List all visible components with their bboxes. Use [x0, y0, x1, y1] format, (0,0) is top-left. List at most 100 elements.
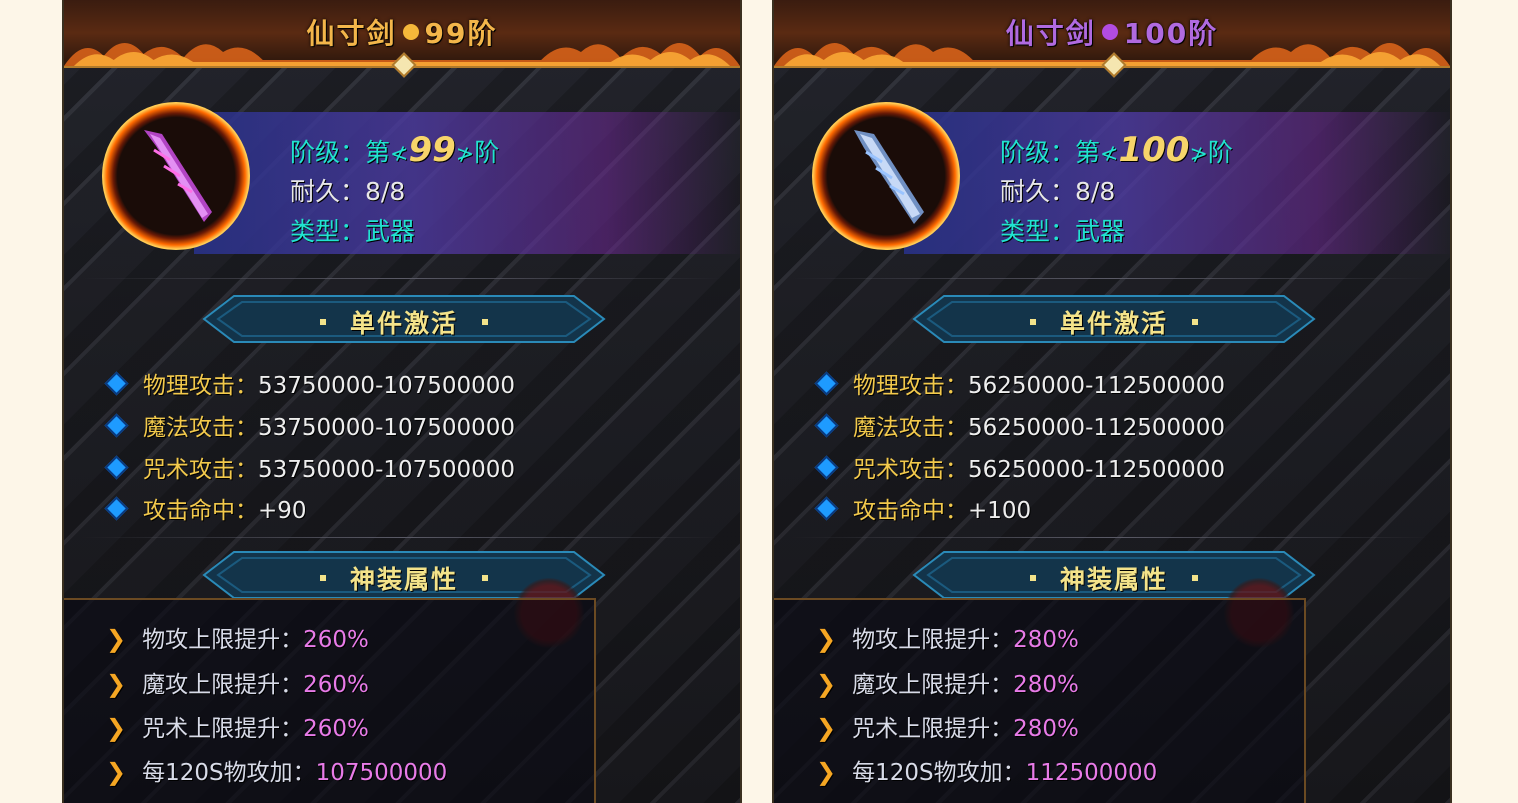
stat-label: 攻击命中：: [853, 498, 968, 524]
stat-row: 咒术攻击：56250000-112500000: [814, 450, 1226, 484]
stat-label: 咒术攻击：: [853, 457, 968, 483]
stat-row: 魔法攻击：53750000-107500000: [104, 408, 516, 442]
tier-value: 99: [408, 130, 456, 170]
stat-row: 攻击命中：+90: [104, 491, 307, 525]
stat-row: 魔法攻击：56250000-112500000: [814, 408, 1226, 442]
bonus-value: 260%: [303, 716, 369, 742]
blue-diamond-icon: [814, 455, 839, 480]
type-label: 类型：: [1000, 217, 1076, 246]
bonus-row: ❯ 每120S物攻加：112500000: [816, 753, 1157, 787]
bonus-value: 280%: [1013, 716, 1079, 742]
ornament-left-icon: ≮: [390, 142, 409, 167]
stat-row: 咒术攻击：53750000-107500000: [104, 450, 516, 484]
bonus-label: 每120S物攻加：: [852, 760, 1026, 786]
bonus-label: 魔攻上限提升：: [142, 672, 304, 698]
bonus-label: 咒术上限提升：: [852, 716, 1014, 742]
stat-row: 攻击命中：+100: [814, 491, 1032, 525]
blue-diamond-icon: [814, 413, 839, 438]
stat-value: 53750000-107500000: [258, 415, 516, 441]
bonus-value: 112500000: [1025, 760, 1158, 786]
blue-diamond-icon: [104, 413, 129, 438]
section1-label: 单件激活: [1059, 309, 1168, 338]
chevron-right-icon: ❯: [106, 670, 127, 698]
bonus-label: 每120S物攻加：: [142, 760, 316, 786]
item-tooltip-panel-100: 仙寸剑 100阶 阶级：第≮100≯阶 耐久：8/8 类型：武器 单件激活 物理攻…: [772, 0, 1452, 803]
chevron-right-icon: ❯: [106, 625, 127, 653]
type-line: 类型：武器: [1000, 212, 1125, 248]
item-tooltip-panel-99: 仙寸剑 99阶 阶级：第≮99≯阶 耐久：8/8 类型：武器 单件激活 物理攻击：…: [62, 0, 742, 803]
type-line: 类型：武器: [290, 212, 415, 248]
rank-dot-icon: [1101, 24, 1118, 40]
section-header-single-activation: 单件激活: [904, 290, 1324, 348]
item-tier: 100阶: [1123, 17, 1219, 50]
blue-diamond-icon: [814, 496, 839, 521]
bonus-value: 107500000: [315, 760, 448, 786]
bonus-value: 260%: [303, 672, 369, 698]
durability-label: 耐久：: [1000, 177, 1076, 206]
item-title: 仙寸剑 100阶: [774, 12, 1450, 52]
durability-label: 耐久：: [290, 177, 366, 206]
stat-label: 物理攻击：: [853, 373, 968, 399]
stat-value: 56250000-112500000: [968, 373, 1226, 399]
durability-line: 耐久：8/8: [290, 172, 405, 208]
bonus-row: ❯ 每120S物攻加：107500000: [106, 753, 447, 787]
stat-value: 56250000-112500000: [968, 457, 1226, 483]
ornament-left-icon: ≮: [1100, 142, 1119, 167]
stat-label: 咒术攻击：: [143, 457, 258, 483]
item-title: 仙寸剑 99阶: [64, 12, 740, 52]
type-value: 武器: [1075, 217, 1126, 246]
blue-diamond-icon: [104, 496, 129, 521]
chevron-right-icon: ❯: [816, 670, 837, 698]
blue-diamond-icon: [814, 371, 839, 396]
stat-value: +90: [258, 498, 307, 524]
durability-value: 8/8: [1075, 177, 1116, 206]
stat-row: 物理攻击：53750000-107500000: [104, 366, 516, 400]
item-name: 仙寸剑: [306, 17, 397, 50]
durability-value: 8/8: [365, 177, 406, 206]
bonus-value: 260%: [303, 627, 369, 653]
bonus-row: ❯ 物攻上限提升：280%: [816, 620, 1079, 654]
bonus-label: 咒术上限提升：: [142, 716, 304, 742]
rank-dot-icon: [402, 24, 419, 40]
divider: [82, 537, 722, 538]
stat-label: 攻击命中：: [143, 498, 258, 524]
bonus-label: 物攻上限提升：: [142, 627, 304, 653]
stat-label: 魔法攻击：: [853, 415, 968, 441]
tier-suffix: 阶: [474, 138, 500, 167]
section2-label: 神装属性: [1059, 565, 1168, 594]
type-value: 武器: [365, 217, 416, 246]
stat-value: +100: [968, 498, 1032, 524]
chevron-right-icon: ❯: [106, 714, 127, 742]
tier-line: 阶级：第≮100≯阶: [1000, 130, 1233, 170]
item-tier: 99阶: [424, 17, 498, 50]
chevron-right-icon: ❯: [816, 714, 837, 742]
bonus-value: 280%: [1013, 627, 1079, 653]
section2-label: 神装属性: [349, 565, 458, 594]
stat-value: 53750000-107500000: [258, 457, 516, 483]
divider: [792, 278, 1432, 279]
chevron-right-icon: ❯: [816, 625, 837, 653]
bonus-value: 280%: [1013, 672, 1079, 698]
tier-label: 阶级：第: [290, 138, 391, 167]
tier-suffix: 阶: [1207, 138, 1233, 167]
section-header-single-activation: 单件激活: [194, 290, 614, 348]
bonus-row: ❯ 咒术上限提升：260%: [106, 709, 369, 743]
bonus-row: ❯ 魔攻上限提升：280%: [816, 665, 1079, 699]
bonus-label: 魔攻上限提升：: [852, 672, 1014, 698]
stat-value: 56250000-112500000: [968, 415, 1226, 441]
bonus-row: ❯ 魔攻上限提升：260%: [106, 665, 369, 699]
ornament-right-icon: ≯: [455, 142, 475, 167]
type-label: 类型：: [290, 217, 366, 246]
bonus-label: 物攻上限提升：: [852, 627, 1014, 653]
item-name: 仙寸剑: [1005, 17, 1096, 50]
chevron-right-icon: ❯: [816, 758, 837, 786]
durability-line: 耐久：8/8: [1000, 172, 1115, 208]
section1-label: 单件激活: [349, 309, 458, 338]
tier-line: 阶级：第≮99≯阶: [290, 130, 499, 170]
bonus-row: ❯ 物攻上限提升：260%: [106, 620, 369, 654]
stat-row: 物理攻击：56250000-112500000: [814, 366, 1226, 400]
tier-value: 100: [1118, 130, 1190, 170]
stat-value: 53750000-107500000: [258, 373, 516, 399]
chevron-right-icon: ❯: [106, 758, 127, 786]
divider: [792, 537, 1432, 538]
